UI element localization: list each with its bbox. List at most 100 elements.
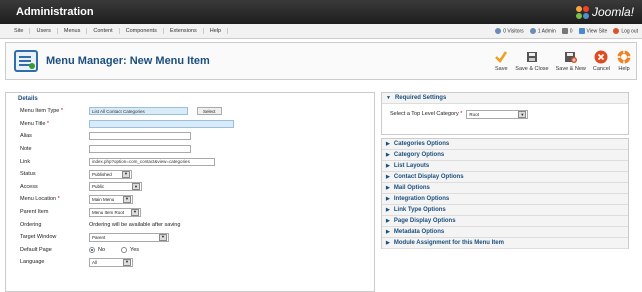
main-menubar: Site Users Menus Content Components Exte… [0,24,642,39]
target-window-value: Parent [92,234,106,240]
view-site-link[interactable]: View Site [578,27,607,34]
access-row: Access Public ▼ [20,181,374,194]
cancel-button[interactable]: Cancel [593,50,610,72]
note-input[interactable] [89,145,191,154]
save-button[interactable]: Save [494,50,508,72]
chevron-down-icon: ▼ [518,111,527,118]
panel-contact-display-options[interactable]: ▶ Contact Display Options [382,172,628,183]
required-settings-body: Select a Top Level Category * Root ▼ [382,104,628,134]
panel-link-type-options[interactable]: ▶ Link Type Options [382,205,628,216]
radio-empty-icon [121,246,128,253]
link-label: Link [20,158,31,165]
panel-list-layouts[interactable]: ▶ List Layouts [382,161,628,172]
cancel-label: Cancel [592,66,610,72]
logout-icon [613,27,620,34]
default-page-label: Default Page [20,246,52,253]
joomla-logo-icon [575,5,589,19]
panel-page-display-options[interactable]: ▶ Page Display Options [382,216,628,227]
menu-item-type-field[interactable]: List All Contact Categories [89,107,188,116]
chevron-down-icon: ▼ [123,195,131,203]
logout-link[interactable]: Log out [613,27,638,34]
parent-item-value: Menu Item Root [92,209,125,215]
alias-row: Alias [20,130,374,143]
save-new-label: Save & New [555,66,586,72]
panel-category-options[interactable]: ▶ Category Options [382,150,628,161]
chevron-down-icon: ▼ [122,170,130,178]
chevron-down-icon: ▼ [123,258,131,266]
admin-title: Administration [16,6,94,18]
save-close-button[interactable]: Save & Close [515,50,549,72]
target-window-select[interactable]: Parent ▼ [89,232,169,242]
menu-extensions[interactable]: Extensions [164,28,204,34]
menu-item-type-row: Menu Item Type * List All Contact Catego… [20,105,374,118]
access-label: Access [20,183,38,190]
options-sidebar: ▼ Required Settings Select a Top Level Ca… [381,92,629,292]
alias-label: Alias [20,133,32,140]
panel-label: List Layouts [393,163,430,169]
menu-help[interactable]: Help [204,28,229,34]
panel-metadata-options[interactable]: ▶ Metadata Options [382,227,628,238]
triangle-right-icon: ▶ [386,141,390,147]
details-legend: Details [16,96,40,102]
access-value: Public [92,184,105,190]
menu-site[interactable]: Site [8,28,31,34]
details-fieldset: Details Menu Item Type * List All Contac… [5,92,375,292]
parent-item-select[interactable]: Menu Item Root ▼ [89,207,141,217]
panel-label: Module Assignment for this Menu Item [393,240,504,246]
panel-module-assignment[interactable]: ▶ Module Assignment for this Menu Item [382,238,628,249]
menu-components[interactable]: Components [120,28,164,34]
access-select[interactable]: Public ▼ [89,182,142,192]
main-menu: Site Users Menus Content Components Exte… [8,28,229,34]
status-value: Published [92,171,112,177]
status-select[interactable]: Published ▼ [89,169,132,179]
language-select[interactable]: All ▼ [89,257,133,267]
triangle-right-icon: ▶ [386,207,390,213]
panel-label: Contact Display Options [393,174,464,180]
cancel-icon [594,50,608,64]
alias-input[interactable] [89,132,191,141]
panel-integration-options[interactable]: ▶ Integration Options [382,194,628,205]
menu-menus[interactable]: Menus [58,28,88,34]
panel-label: Mail Options [393,185,430,191]
top-header: Administration Joomla! [0,0,642,24]
page-title-area: Menu Manager: New Menu Item [14,50,210,72]
triangle-right-icon: ▶ [386,152,390,158]
default-no-label: No [98,246,106,253]
messages-status[interactable]: 0 [561,27,573,34]
status-bar: 0 Visitors 1 Admin 0 View Site Log out [495,27,638,34]
menu-users[interactable]: Users [30,28,58,34]
logo-text: Joomla! [591,5,634,19]
triangle-right-icon: ▶ [386,163,390,169]
menu-location-select[interactable]: Main Menu ▼ [89,194,133,204]
select-type-button[interactable]: Select [197,107,222,116]
panel-label: Categories Options [393,141,450,147]
joomla-logo[interactable]: Joomla! [575,5,634,19]
top-level-category-select[interactable]: Root ▼ [466,110,529,119]
toolbar-actions: Save Save & Close Save & New Cancel Help [494,50,631,72]
language-value: All [92,259,98,265]
triangle-right-icon: ▶ [386,185,390,191]
help-button[interactable]: Help [617,50,631,72]
default-page-yes-radio[interactable]: Yes [121,246,139,253]
help-label: Help [618,66,630,72]
menu-item-type-label: Menu Item Type * [20,108,64,115]
menu-content[interactable]: Content [87,28,120,34]
panel-mail-options[interactable]: ▶ Mail Options [382,183,628,194]
menu-title-input[interactable] [89,119,234,128]
panel-label: Category Options [393,152,445,158]
panel-categories-options[interactable]: ▶ Categories Options [382,139,628,150]
mail-icon [561,27,568,34]
triangle-right-icon: ▶ [386,218,390,224]
chevron-down-icon: ▼ [131,208,139,216]
floppy-icon [526,50,538,64]
radio-selected-icon [89,246,95,253]
visitors-status: 0 Visitors [495,27,524,34]
visitors-icon [495,27,502,34]
triangle-right-icon: ▶ [386,240,390,246]
default-page-no-radio[interactable]: No [89,246,106,253]
status-label: Status [20,171,36,178]
required-settings-header[interactable]: ▼ Required Settings [382,93,628,104]
target-window-row: Target Window Parent ▼ [20,231,374,244]
save-new-button[interactable]: Save & New [556,50,586,72]
main-content: Details Menu Item Type * List All Contac… [5,92,637,292]
